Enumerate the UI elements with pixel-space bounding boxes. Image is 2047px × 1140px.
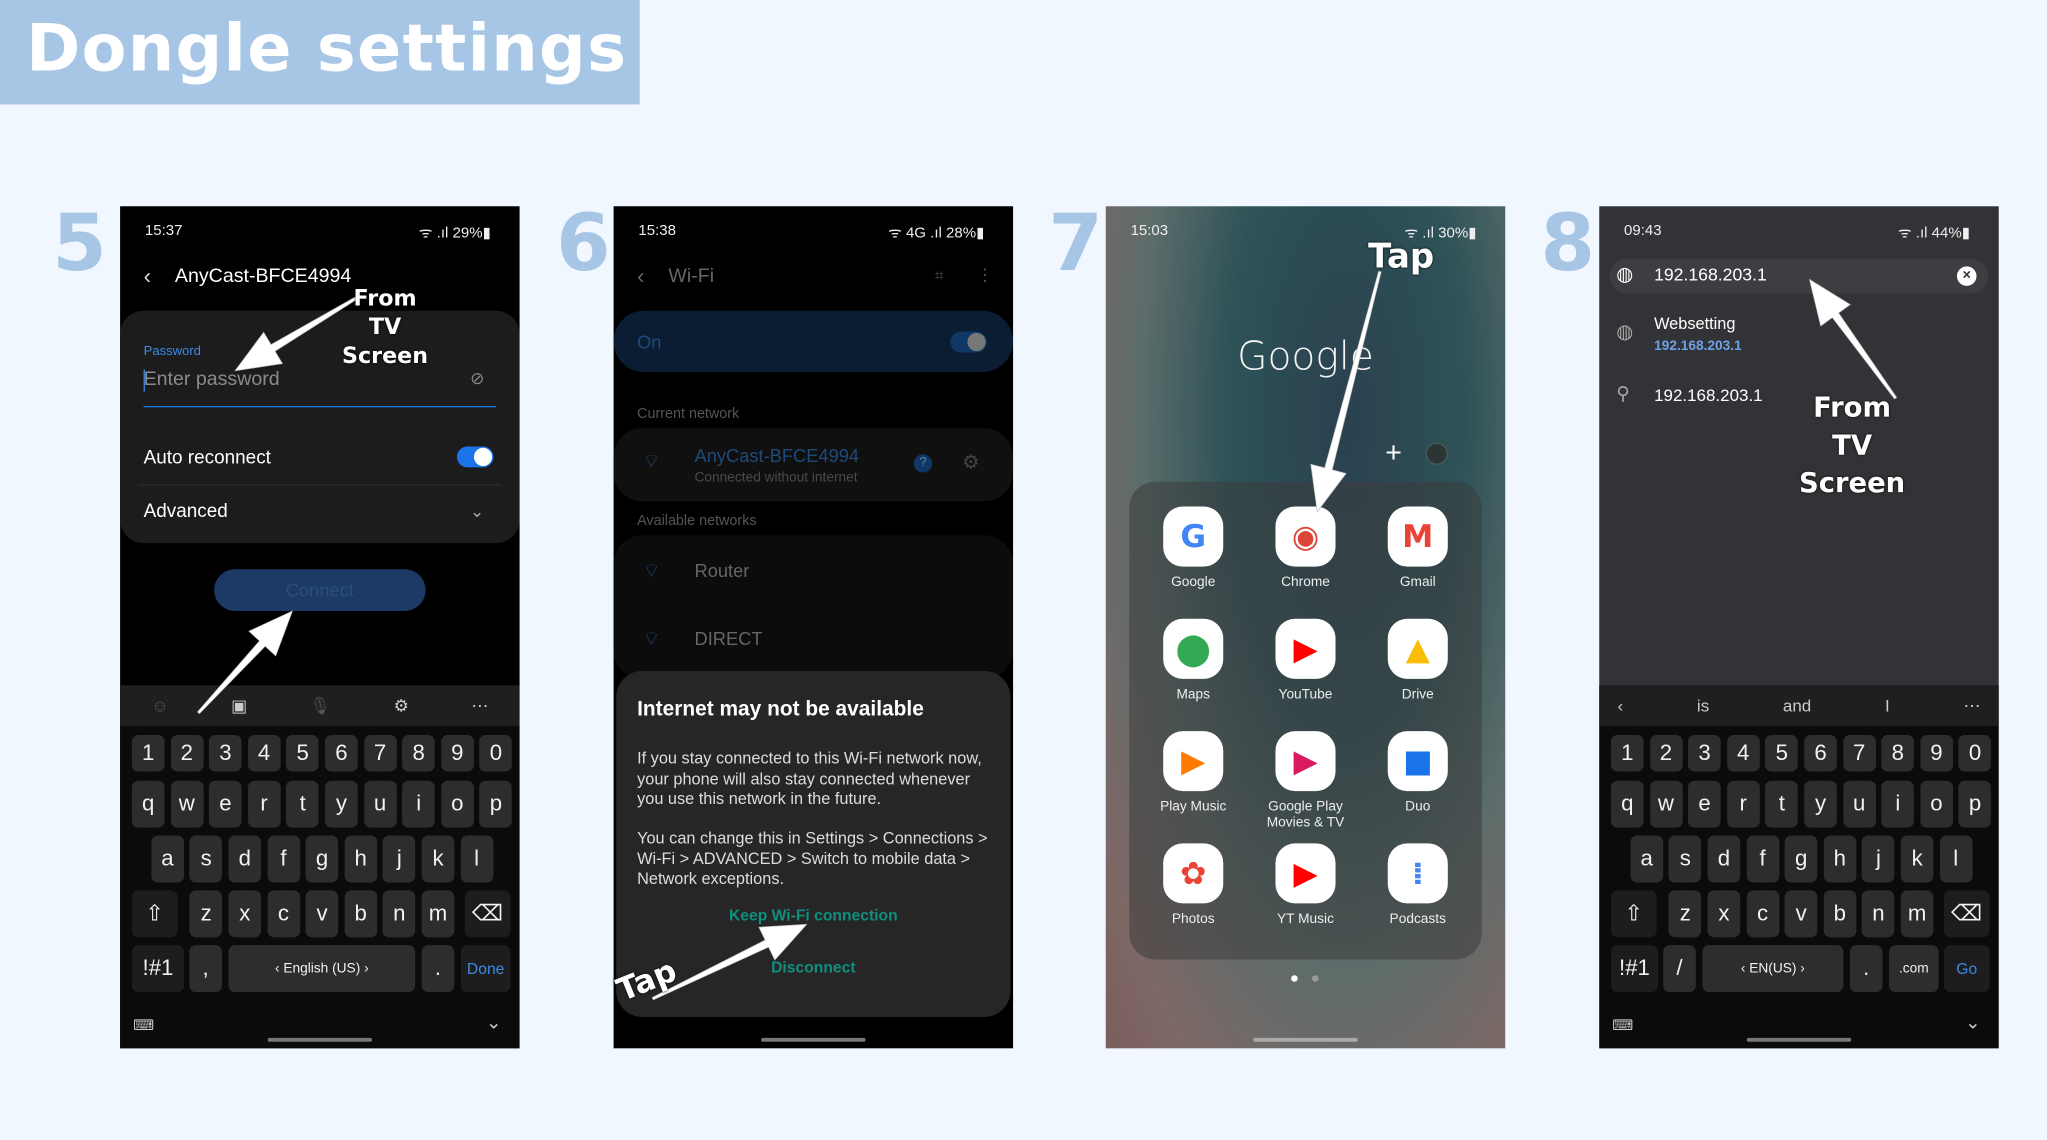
annotation-from-tv-screen: From TV Screen xyxy=(1798,391,1906,499)
arrow-to-password xyxy=(234,294,361,372)
arrow-to-url-bar xyxy=(1808,278,1898,400)
annotation-tap: Tap xyxy=(1368,237,1435,277)
arrow-to-chrome xyxy=(1310,270,1382,513)
annotation-arrows xyxy=(197,270,1898,1001)
annotation-from-tv-screen: From TV Screen xyxy=(342,285,429,370)
arrow-to-connect xyxy=(197,610,294,715)
